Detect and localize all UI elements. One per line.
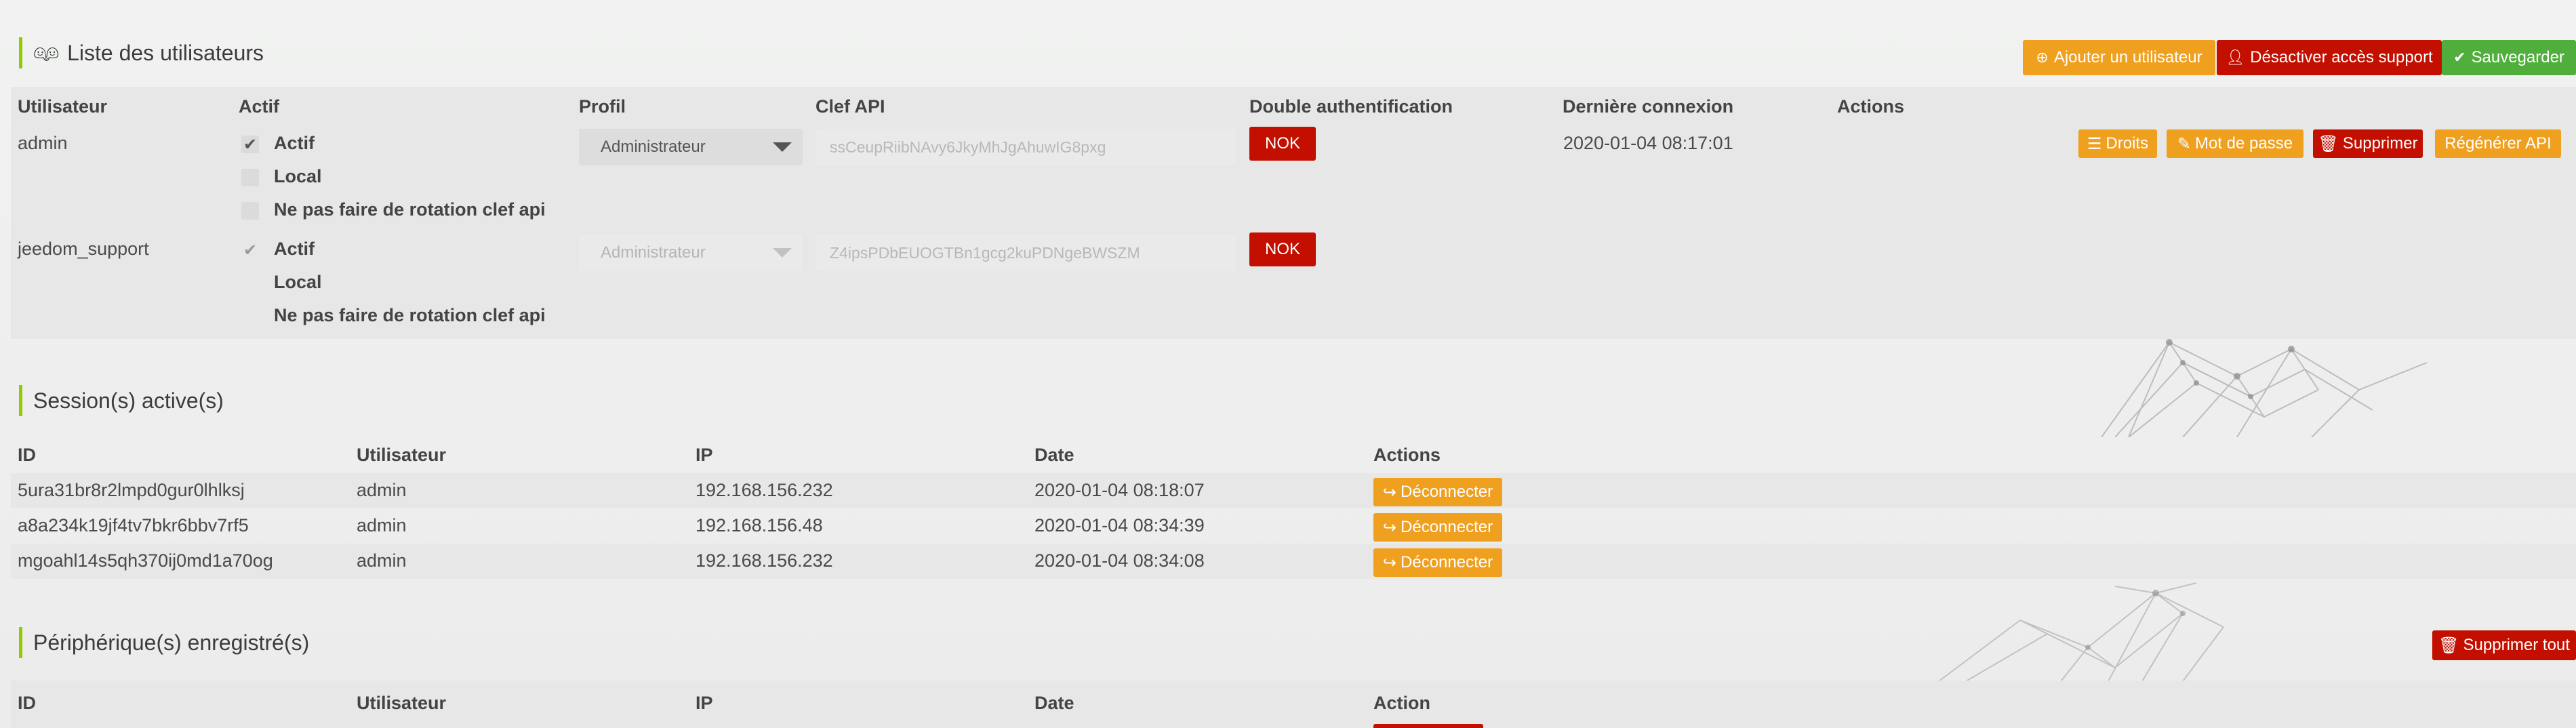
profile-select[interactable]: Administrateur <box>579 129 803 165</box>
users-section-title-text: Liste des utilisateurs <box>67 40 264 65</box>
sign-out-icon: ↪ <box>1382 553 1397 572</box>
local-label: Local <box>274 272 322 292</box>
header-two-factor: Double authentification <box>1249 96 1453 117</box>
sign-out-icon: ↪ <box>1382 518 1397 537</box>
disconnect-button[interactable]: ↪ Déconnecter <box>1373 513 1502 542</box>
devices-section-title-text: Périphérique(s) enregistré(s) <box>33 630 310 655</box>
check-circle-icon: ✔ <box>2453 49 2466 66</box>
api-key-field[interactable]: ssCeupRiibNAvy6JkyMhJgAhuwIG8pxg <box>816 129 1236 165</box>
chevron-down-icon <box>773 142 792 152</box>
local-checkbox[interactable] <box>241 275 259 292</box>
session-ip: 192.168.156.232 <box>696 550 833 571</box>
save-button[interactable]: ✔ Sauvegarder <box>2442 40 2576 75</box>
sessions-section-title-text: Session(s) active(s) <box>33 388 224 413</box>
chevron-down-icon <box>773 248 792 258</box>
device-header-ip: IP <box>696 693 713 713</box>
header-user: Utilisateur <box>18 96 108 117</box>
session-header-user: Utilisateur <box>357 445 447 465</box>
devices-section-title: Périphérique(s) enregistré(s) <box>19 627 309 658</box>
user-icon: 👤︎ <box>2226 49 2245 66</box>
session-user: admin <box>357 550 407 571</box>
session-header-ip: IP <box>696 445 713 465</box>
session-header-actions: Actions <box>1373 445 1441 465</box>
session-id: 5ura31br8r2lmpd0gur0lhlksj <box>18 480 245 500</box>
user-name: admin <box>18 133 68 153</box>
session-user: admin <box>357 480 407 500</box>
session-header-id: ID <box>18 445 36 465</box>
header-profile: Profil <box>579 96 626 117</box>
header-active: Actif <box>239 96 279 117</box>
local-label: Local <box>274 166 322 186</box>
session-user: admin <box>357 515 407 535</box>
two-factor-status-button[interactable]: NOK <box>1249 127 1316 161</box>
no-rotation-label: Ne pas faire de rotation clef api <box>274 305 546 325</box>
sign-out-icon: ↪ <box>1382 483 1397 502</box>
no-rotation-checkbox[interactable] <box>241 202 259 220</box>
device-header-action: Action <box>1373 693 1430 713</box>
regenerate-api-button[interactable]: Régénérer API <box>2435 129 2561 158</box>
user-name: jeedom_support <box>18 239 149 259</box>
device-header-user: Utilisateur <box>357 693 447 713</box>
header-actions: Actions <box>1837 96 1905 117</box>
header-last-login: Dernière connexion <box>1563 96 1734 117</box>
device-row-button-partial[interactable] <box>1373 724 1483 728</box>
active-checkbox[interactable]: ✔ <box>241 136 259 154</box>
delete-all-button[interactable]: 🗑︎ Supprimer tout <box>2432 630 2576 660</box>
background-mesh-decoration <box>2101 339 2428 437</box>
sessions-section-title: Session(s) active(s) <box>19 385 224 416</box>
active-label: Actif <box>274 239 315 259</box>
list-icon: ☰ <box>2087 134 2102 153</box>
session-id: mgoahl14s5qh370ij0md1a70og <box>18 550 273 571</box>
disable-support-button[interactable]: 👤︎ Désactiver accès support <box>2217 40 2442 75</box>
session-id: a8a234k19jf4tv7bkr6bbv7rf5 <box>18 515 249 535</box>
no-rotation-checkbox[interactable] <box>241 308 259 325</box>
api-key-field[interactable]: Z4ipsPDbEUOGTBn1gcg2kuPDNgeBWSZM <box>816 235 1236 271</box>
delete-user-button[interactable]: 🗑︎ Supprimer <box>2313 129 2423 158</box>
rights-button[interactable]: ☰ Droits <box>2078 129 2157 158</box>
profile-select[interactable]: Administrateur <box>579 235 803 271</box>
users-section-title: 👫︎ Liste des utilisateurs <box>19 37 264 68</box>
users-icon: 👫︎ <box>33 41 60 64</box>
session-date: 2020-01-04 08:34:39 <box>1034 515 1205 535</box>
local-checkbox[interactable] <box>241 169 259 186</box>
session-ip: 192.168.156.232 <box>696 480 833 500</box>
session-ip: 192.168.156.48 <box>696 515 823 535</box>
device-header-date: Date <box>1034 693 1074 713</box>
trash-icon: 🗑︎ <box>2318 134 2339 153</box>
password-button[interactable]: ✎ Mot de passe <box>2167 129 2303 158</box>
session-date: 2020-01-04 08:18:07 <box>1034 480 1205 500</box>
header-api-key: Clef API <box>816 96 885 117</box>
active-checkbox[interactable]: ✔ <box>241 241 259 260</box>
no-rotation-label: Ne pas faire de rotation clef api <box>274 199 546 220</box>
device-header-id: ID <box>18 693 36 713</box>
disconnect-button[interactable]: ↪ Déconnecter <box>1373 478 1502 506</box>
add-user-button[interactable]: ⊕ Ajouter un utilisateur <box>2023 40 2215 75</box>
two-factor-status-button[interactable]: NOK <box>1249 232 1316 266</box>
background-mesh-decoration-2 <box>1938 582 2224 681</box>
pencil-icon: ✎ <box>2177 134 2191 153</box>
session-date: 2020-01-04 08:34:08 <box>1034 550 1205 571</box>
disconnect-button[interactable]: ↪ Déconnecter <box>1373 548 1502 577</box>
plus-circle-icon: ⊕ <box>2036 49 2049 66</box>
trash-icon: 🗑︎ <box>2438 636 2459 655</box>
session-header-date: Date <box>1034 445 1074 465</box>
active-label: Actif <box>274 133 315 153</box>
last-login: 2020-01-04 08:17:01 <box>1563 133 1733 153</box>
